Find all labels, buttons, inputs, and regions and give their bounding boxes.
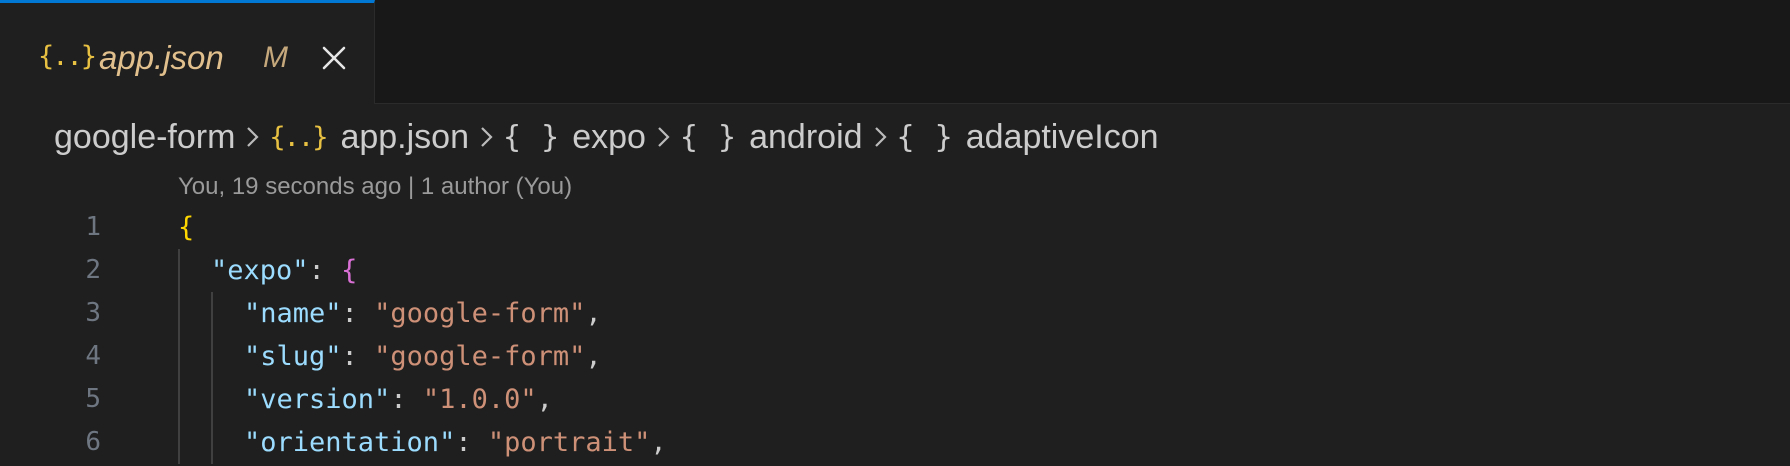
code-text: "slug": "google-form", (244, 335, 602, 378)
line-number: 5 (85, 384, 101, 414)
json-file-icon: {..} (269, 121, 328, 153)
indent-guide (211, 421, 213, 464)
code-line[interactable]: 1{ (0, 206, 1790, 249)
code-line[interactable]: 2 "expo": { (0, 249, 1790, 292)
token-str: "portrait" (487, 427, 651, 458)
indent-guide (178, 249, 180, 292)
indent-guide (178, 292, 180, 335)
token-brace2: { (341, 255, 358, 286)
code-text: "name": "google-form", (244, 292, 602, 335)
breadcrumb-label: app.json (340, 117, 469, 156)
line-number: 3 (85, 298, 101, 328)
json-file-icon: {..} (38, 41, 97, 72)
close-icon[interactable] (318, 42, 350, 74)
breadcrumb-label: android (749, 117, 863, 156)
object-icon: { } (679, 119, 738, 155)
token-str: "google-form" (374, 341, 586, 372)
code-editor[interactable]: 1{2 "expo": {3 "name": "google-form", 4 "slu… (0, 206, 1790, 464)
line-number: 4 (85, 341, 101, 371)
token-key: "version" (244, 384, 391, 415)
token-punc: , (650, 427, 667, 458)
breadcrumb-item-folder[interactable]: google-form (54, 118, 235, 157)
modified-badge: M (263, 41, 288, 74)
chevron-right-icon (656, 123, 672, 151)
object-icon: { } (503, 119, 561, 155)
git-blame-codelens[interactable]: You, 19 seconds ago | 1 author (You) (178, 170, 572, 204)
line-number: 2 (85, 255, 101, 285)
token-punc: : (390, 384, 423, 415)
token-punc: , (585, 298, 602, 329)
code-line[interactable]: 4 "slug": "google-form", (0, 335, 1790, 378)
token-punc: , (585, 341, 602, 372)
token-key: "name" (244, 298, 342, 329)
code-text: "orientation": "portrait", (244, 421, 667, 464)
token-key: "expo" (211, 255, 309, 286)
token-punc: : (455, 427, 488, 458)
object-icon: { } (896, 119, 954, 155)
chevron-right-icon (873, 123, 889, 151)
indent-guide (178, 335, 180, 378)
breadcrumb-item-android[interactable]: { } android (680, 118, 863, 157)
token-key: "slug" (244, 341, 342, 372)
breadcrumb-label: adaptiveIcon (965, 117, 1159, 156)
token-str: "1.0.0" (422, 384, 537, 415)
code-line[interactable]: 3 "name": "google-form", (0, 292, 1790, 335)
breadcrumb-item-expo[interactable]: { } expo (503, 118, 646, 157)
chevron-right-icon (245, 123, 261, 151)
token-str: "google-form" (374, 298, 586, 329)
breadcrumb: google-form {..} app.json { } expo { } a… (54, 113, 1159, 161)
line-number: 6 (85, 427, 101, 457)
code-text: "expo": { (211, 249, 357, 292)
indent-guide (211, 292, 213, 335)
breadcrumb-label: expo (572, 117, 646, 156)
breadcrumb-item-adaptive-icon[interactable]: { } adaptiveIcon (897, 118, 1159, 157)
tab-app-json[interactable]: {..} app.json M (0, 0, 375, 104)
breadcrumb-item-file[interactable]: {..} app.json (269, 118, 469, 157)
line-number: 1 (85, 212, 101, 242)
indent-guide (211, 335, 213, 378)
code-text: "version": "1.0.0", (244, 378, 553, 421)
tab-title: app.json (99, 39, 224, 76)
token-punc: : (308, 255, 342, 286)
chevron-right-icon (479, 123, 495, 151)
indent-guide (211, 378, 213, 421)
code-text: { (178, 206, 194, 249)
token-punc: , (536, 384, 553, 415)
token-key: "orientation" (244, 427, 456, 458)
breadcrumb-label: google-form (54, 117, 236, 156)
indent-guide (178, 378, 180, 421)
code-line[interactable]: 6 "orientation": "portrait", (0, 421, 1790, 464)
token-punc: : (341, 341, 375, 372)
token-brace1: { (178, 212, 195, 243)
tab-bar: {..} app.json M (0, 0, 1790, 104)
code-line[interactable]: 5 "version": "1.0.0", (0, 378, 1790, 421)
indent-guide (178, 421, 180, 464)
token-punc: : (341, 298, 375, 329)
